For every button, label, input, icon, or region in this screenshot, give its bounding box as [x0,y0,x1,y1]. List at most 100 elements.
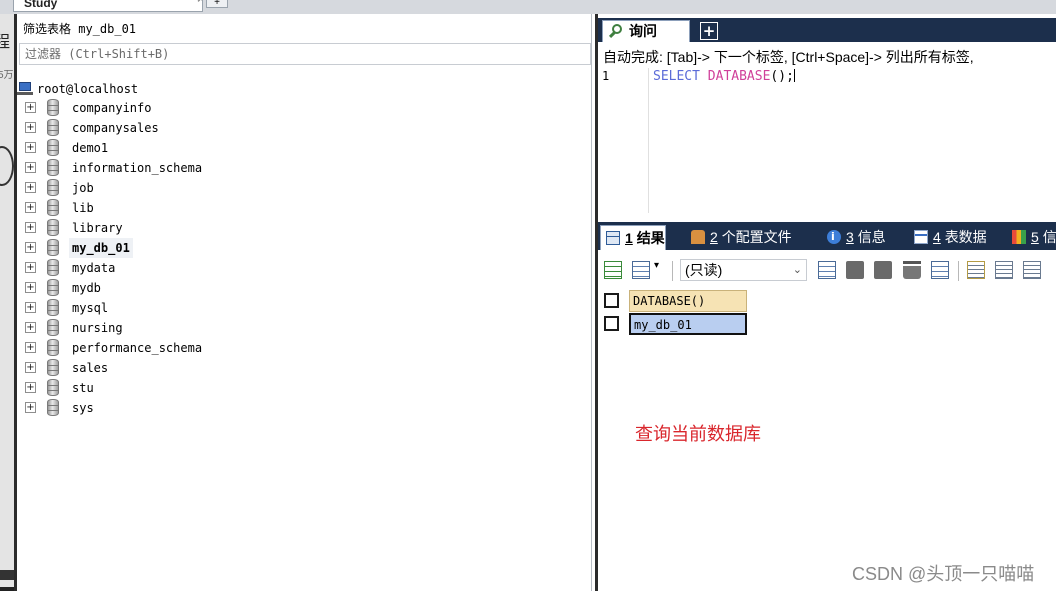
expand-icon[interactable]: + [25,202,36,213]
grid-view-icon[interactable] [967,261,985,279]
result-mode-select[interactable]: (只读) ⌄ [680,259,807,281]
database-label: job [72,181,94,195]
sql-line[interactable]: SELECT DATABASE(); [653,69,795,84]
info-icon [827,225,841,249]
expand-icon[interactable]: + [25,122,36,133]
database-icon [47,379,59,396]
database-node[interactable]: + nursing [17,318,417,338]
background-text: 程 [0,34,11,51]
expand-icon[interactable]: + [25,242,36,253]
text-view-icon[interactable] [1023,261,1041,279]
sql-function: DATABASE [707,69,771,84]
export-grid-icon[interactable] [604,261,622,279]
annotation-note: 查询当前数据库 [635,424,761,444]
database-node[interactable]: + job [17,178,417,198]
form-view-icon[interactable] [995,261,1013,279]
add-query-tab-button[interactable]: + [700,22,718,40]
database-node[interactable]: + sales [17,358,417,378]
database-node[interactable]: + performance_schema [17,338,417,358]
expand-icon[interactable]: + [25,322,36,333]
database-node[interactable]: + mydb [17,278,417,298]
database-label: sys [72,401,94,415]
tab-results-5[interactable]: 5 信 [1007,225,1056,250]
filter-title: 筛选表格 my_db_01 [23,22,137,36]
filter-input[interactable]: 过滤器 (Ctrl+Shift+B) [19,43,591,65]
database-label: sales [72,361,109,375]
query-workspace: 询问 + 自动完成: [Tab]-> 下一个标签, [Ctrl+Space]->… [595,14,1056,591]
table-icon [914,230,928,244]
background-image [0,146,14,186]
expand-icon[interactable]: + [25,162,36,173]
tab-label: 结果 [636,230,665,246]
database-node[interactable]: + sys [17,398,417,418]
new-document-tab-button[interactable]: + [206,0,228,8]
add-row-icon[interactable] [818,261,836,279]
database-node[interactable]: + library [17,218,417,238]
expand-icon[interactable]: + [25,382,36,393]
sql-editor[interactable]: 1 SELECT DATABASE(); [598,68,1056,218]
tab-results-3[interactable]: 3 信息 [822,225,886,250]
database-node[interactable]: + information_schema [17,158,417,178]
database-node[interactable]: + companyinfo [17,98,417,118]
database-label: mydb [72,281,101,295]
select-all-checkbox[interactable] [604,293,619,308]
tab-label: 个配置文件 [721,229,792,245]
copy-grid-icon[interactable] [632,261,650,279]
background-text: 5万 [0,70,14,81]
database-label: lib [72,201,94,215]
close-icon[interactable]: × [197,0,202,5]
database-node[interactable]: + lib [17,198,417,218]
background-bar [0,570,14,580]
row-checkbox[interactable] [604,316,619,331]
database-node[interactable]: + mydata [17,258,417,278]
results-toolbar: ▾ (只读) ⌄ [598,256,1056,284]
toolbar-divider [672,261,673,281]
object-browser: 筛选表格 my_db_01 过滤器 (Ctrl+Shift+B) root@lo… [14,14,592,591]
database-node[interactable]: + stu [17,378,417,398]
tab-query[interactable]: 询问 [602,20,690,42]
database-icon [47,159,59,176]
expand-icon[interactable]: + [25,342,36,353]
toolbar-divider [958,261,959,281]
tab-number: 1 [625,230,633,246]
document-tab[interactable]: Study × [13,0,203,12]
expand-icon[interactable]: + [25,182,36,193]
sql-punctuation: (); [770,69,794,84]
expand-icon[interactable]: + [25,142,36,153]
result-mode-value: (只读) [685,262,723,278]
database-label: companyinfo [72,101,152,115]
database-node[interactable]: + mysql [17,298,417,318]
tab-label: 表数据 [944,229,987,245]
info-colors-icon [1012,230,1026,244]
results-tab-bar: 1 结果 2 个配置文件 3 信息 4 表数据 5 信 [598,222,1056,250]
watermark: CSDN @头顶一只喵喵 [852,564,1035,584]
cancel-changes-icon[interactable] [931,261,949,279]
expand-icon[interactable]: + [25,222,36,233]
chevron-down-icon[interactable]: ▾ [654,260,659,271]
column-header[interactable]: DATABASE() [629,290,747,312]
duplicate-row-icon[interactable] [846,261,864,279]
save-icon[interactable] [874,261,892,279]
expand-icon[interactable]: + [25,402,36,413]
expand-icon[interactable]: + [25,302,36,313]
grid-icon [606,231,620,245]
tab-number: 2 [710,229,718,245]
tab-results-2[interactable]: 2 个配置文件 [686,225,792,250]
query-tab-label: 询问 [629,23,657,39]
database-icon [47,399,59,416]
expand-icon[interactable]: + [25,102,36,113]
expand-icon[interactable]: + [25,262,36,273]
database-icon [47,279,59,296]
table-cell[interactable]: my_db_01 [629,313,747,335]
expand-icon[interactable]: + [25,282,36,293]
database-node[interactable]: + my_db_01 [17,238,417,258]
database-node[interactable]: + companysales [17,118,417,138]
delete-icon[interactable] [903,261,921,279]
tab-results-4[interactable]: 4 表数据 [909,225,987,250]
database-icon [47,319,59,336]
database-node[interactable]: + demo1 [17,138,417,158]
tab-results-1[interactable]: 1 结果 [600,225,666,250]
text-caret [793,69,795,82]
expand-icon[interactable]: + [25,362,36,373]
database-label: stu [72,381,94,395]
